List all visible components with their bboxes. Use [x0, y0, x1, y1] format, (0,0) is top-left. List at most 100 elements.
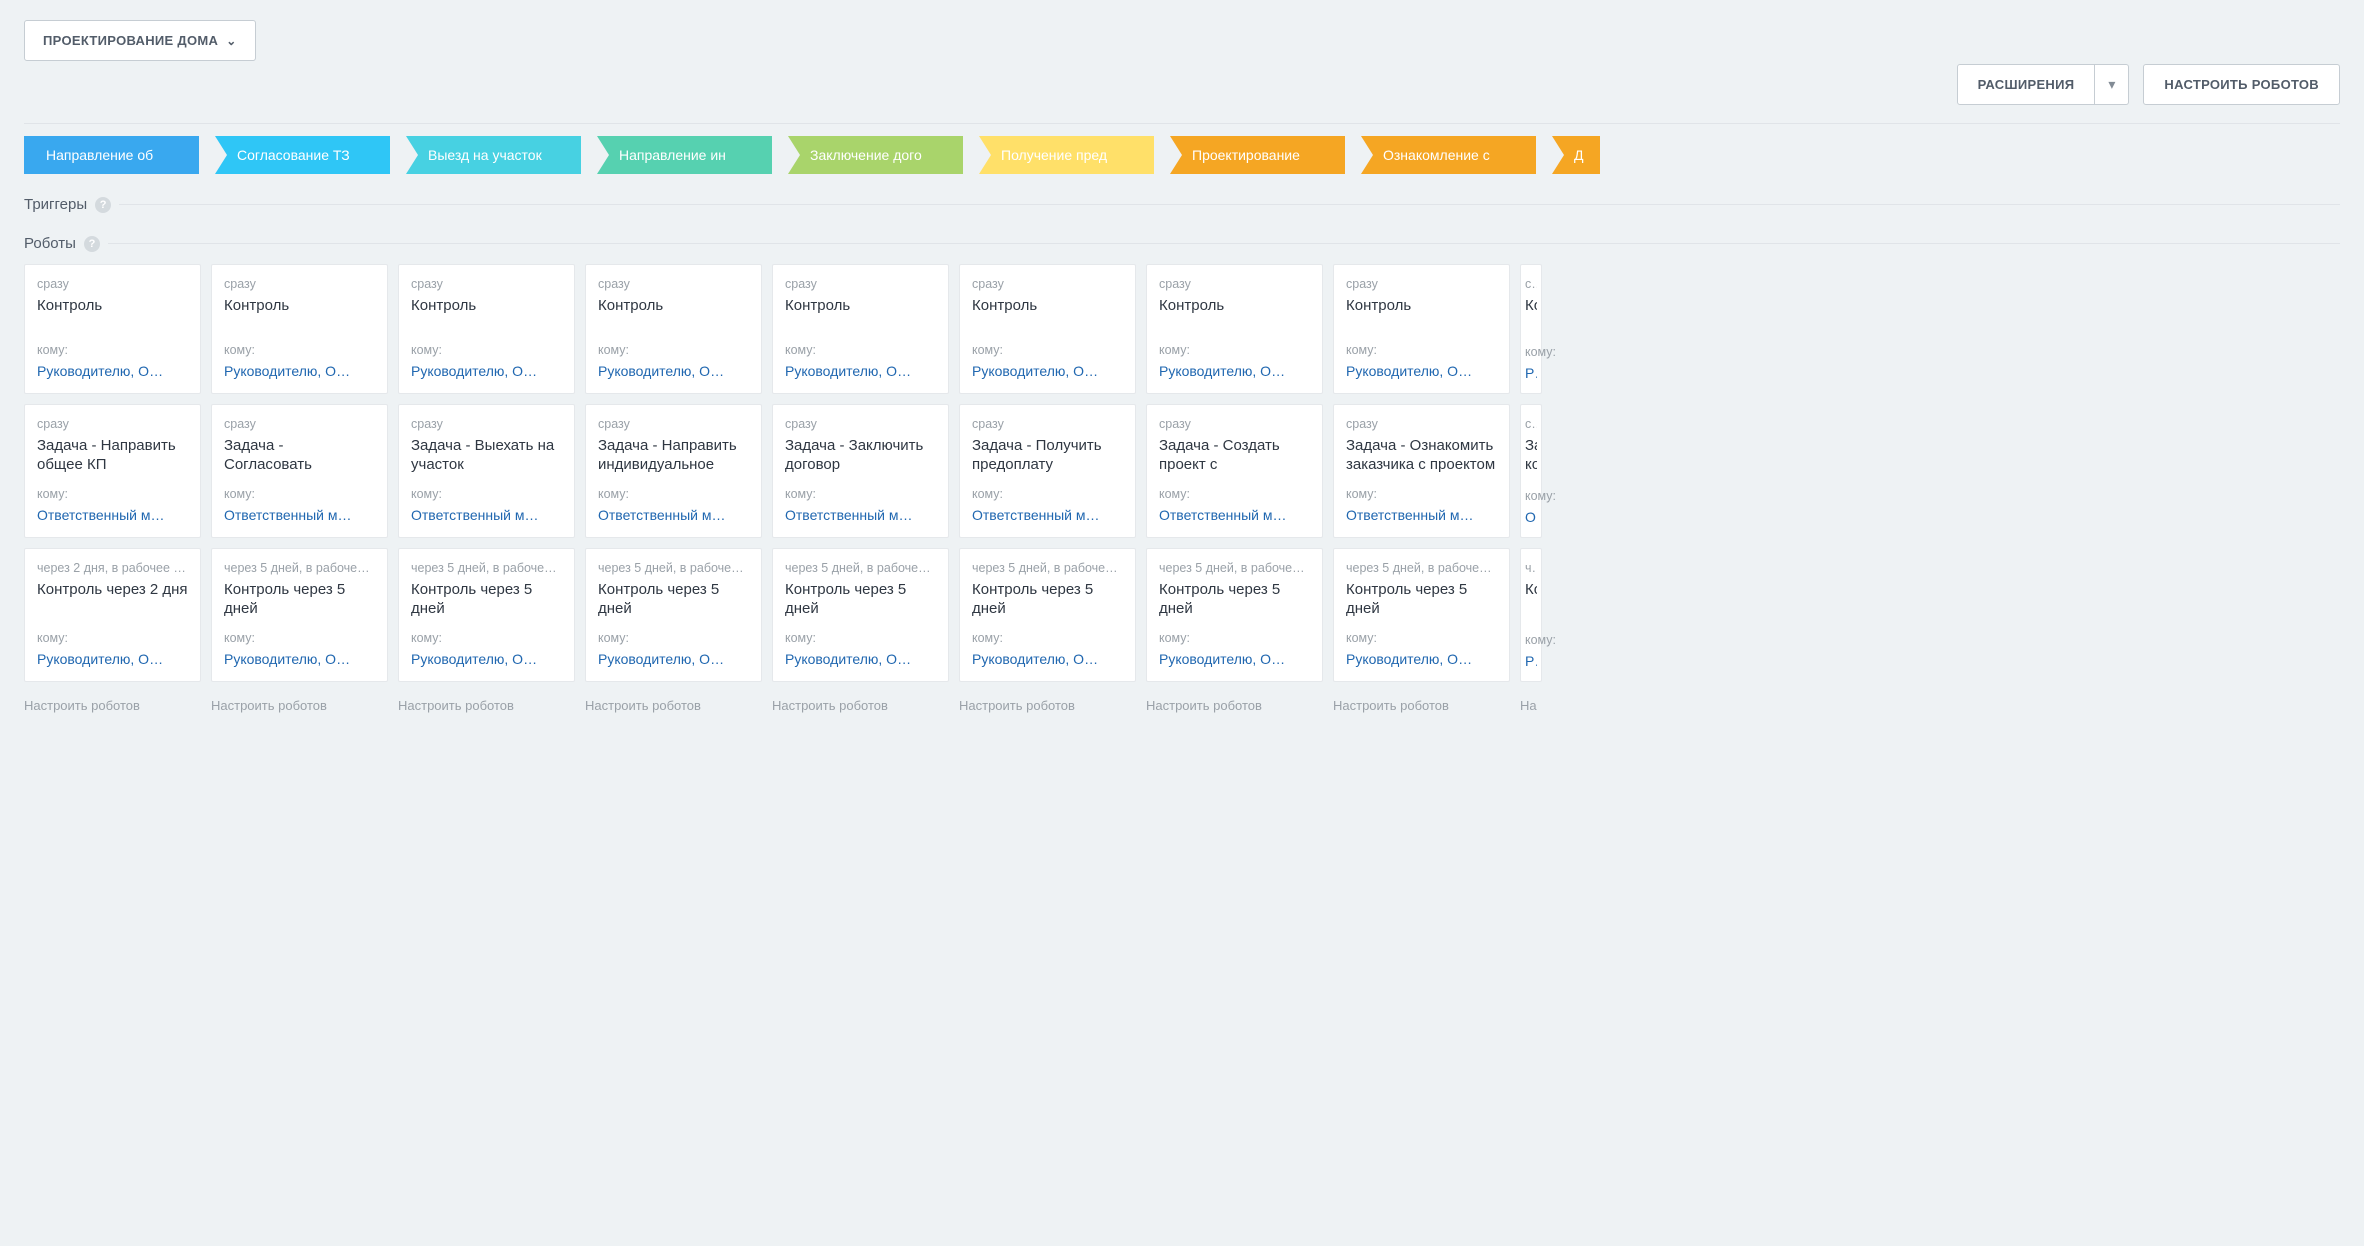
robot-card[interactable]: сразуКонтролькому:Руководителю, О…: [1333, 264, 1510, 394]
card-when: ср: [1525, 277, 1537, 291]
card-to-label: кому:: [1159, 631, 1310, 645]
card-when: через 5 дней, в рабочее …: [972, 561, 1123, 575]
card-when: сразу: [1159, 277, 1310, 291]
card-to-value: Руководителю, О…: [1159, 651, 1310, 667]
card-spacer: [972, 481, 1123, 482]
robot-card[interactable]: сразуЗадача - Выехать на участоккому:Отв…: [398, 404, 575, 538]
card-to-label: кому:: [37, 487, 188, 501]
robot-card[interactable]: срЗа кокому:О: [1520, 404, 1542, 538]
stage-item[interactable]: Заключение договора: [788, 136, 963, 174]
robot-card[interactable]: сразуКонтролькому:Руководителю, О…: [24, 264, 201, 394]
section-triggers: Триггеры ?: [24, 196, 2340, 213]
card-when: сразу: [785, 417, 936, 431]
robot-card[interactable]: сразуЗадача - Согласовать техническое за…: [211, 404, 388, 538]
card-spacer: [1346, 322, 1497, 337]
configure-robots-button[interactable]: НАСТРОИТЬ РОБОТОВ: [2143, 64, 2340, 105]
robot-card[interactable]: сразуЗадача - Получить предоплатукому:От…: [959, 404, 1136, 538]
card-to-label: кому:: [598, 487, 749, 501]
robot-card[interactable]: через 5 дней, в рабочее …Контроль через …: [1333, 548, 1510, 682]
robot-card[interactable]: сразуЗадача - Ознакомить заказчика с про…: [1333, 404, 1510, 538]
stage-item[interactable]: Ознакомление с про…: [1361, 136, 1536, 174]
card-when: через 5 дней, в рабочее …: [785, 561, 936, 575]
configure-robots-link[interactable]: Настроить роботов: [24, 698, 201, 713]
card-to-label: кому:: [411, 631, 562, 645]
configure-robots-link[interactable]: Настроить роботов: [1333, 698, 1510, 713]
card-spacer: [1525, 606, 1537, 627]
robot-card[interactable]: сразуКонтролькому:Руководителю, О…: [398, 264, 575, 394]
divider: [24, 123, 2340, 124]
card-title: Контроль: [1159, 297, 1310, 316]
card-spacer: [1159, 322, 1310, 337]
stage-item[interactable]: Согласование ТЗ: [215, 136, 390, 174]
stage-item[interactable]: Проектирование: [1170, 136, 1345, 174]
robot-card[interactable]: через 5 дней, в рабочее …Контроль через …: [398, 548, 575, 682]
card-title: Задача - Согласовать техническое задание: [224, 437, 375, 475]
robot-card[interactable]: сразуЗадача - Заключить договоркому:Отве…: [772, 404, 949, 538]
card-to-value: Ответственный м…: [37, 507, 188, 523]
robot-card[interactable]: чеКокому:Ру: [1520, 548, 1542, 682]
card-to-value: Руководителю, О…: [598, 363, 749, 379]
robot-card[interactable]: сразуКонтролькому:Руководителю, О…: [1146, 264, 1323, 394]
card-to-value: Ответственный м…: [224, 507, 375, 523]
card-title: Задача - Направить общее КП: [37, 437, 188, 475]
robot-card[interactable]: сразуКонтролькому:Руководителю, О…: [772, 264, 949, 394]
robot-card[interactable]: сразуЗадача - Направить индивидуальноеко…: [585, 404, 762, 538]
configure-robots-link[interactable]: Настроить роботов: [959, 698, 1136, 713]
configure-robots-link[interactable]: Настроить роботов: [211, 698, 388, 713]
card-to-value: Руководителю, О…: [1346, 363, 1497, 379]
configure-robots-link[interactable]: Настроить роботов: [772, 698, 949, 713]
card-to-label: кому:: [1525, 345, 1537, 359]
card-spacer: [598, 322, 749, 337]
card-when: сразу: [224, 277, 375, 291]
robot-card[interactable]: через 2 дня, в рабочее в… Контроль через …: [24, 548, 201, 682]
card-title: Контроль через 2 дня: [37, 581, 188, 600]
project-dropdown[interactable]: ПРОЕКТИРОВАНИЕ ДОМА ⌄: [24, 20, 256, 61]
stage-item[interactable]: Получение предопл…: [979, 136, 1154, 174]
card-to-label: кому:: [1346, 631, 1497, 645]
topbar: ПРОЕКТИРОВАНИЕ ДОМА ⌄ РАСШИРЕНИЯ ▾ НАСТР…: [24, 20, 2340, 105]
stage-item[interactable]: Направление общег…: [24, 136, 199, 174]
robot-card[interactable]: сразуЗадача - Направить общее КПкому:Отв…: [24, 404, 201, 538]
robots-grid: сразуКонтролькому:Руководителю, О…сразуК…: [24, 264, 2340, 682]
robot-card[interactable]: через 5 дней, в рабочее …Контроль через …: [211, 548, 388, 682]
configure-robots-link[interactable]: Настроить роботов: [585, 698, 762, 713]
stage-item[interactable]: Направление индив…: [597, 136, 772, 174]
configure-robots-link[interactable]: Настроить роботов: [1146, 698, 1323, 713]
robot-card[interactable]: сразуКонтролькому:Руководителю, О…: [959, 264, 1136, 394]
robot-card[interactable]: через 5 дней, в рабочее …Контроль через …: [772, 548, 949, 682]
card-when: через 5 дней, в рабочее …: [1159, 561, 1310, 575]
extensions-button[interactable]: РАСШИРЕНИЯ: [1957, 64, 2096, 105]
card-title: Контроль через 5 дней: [1346, 581, 1497, 619]
chevron-down-icon: ⌄: [226, 34, 236, 48]
card-to-value: Руководителю, О…: [411, 363, 562, 379]
card-when: сразу: [598, 417, 749, 431]
help-icon[interactable]: ?: [95, 197, 111, 213]
robot-card[interactable]: сразуЗадача - Создать проект скому:Ответ…: [1146, 404, 1323, 538]
card-to-value: Ру: [1525, 653, 1537, 669]
robot-card[interactable]: через 5 дней, в рабочее …Контроль через …: [1146, 548, 1323, 682]
card-spacer: [785, 322, 936, 337]
card-when: сразу: [972, 417, 1123, 431]
card-to-value: Руководителю, О…: [785, 651, 936, 667]
extensions-caret[interactable]: ▾: [2095, 64, 2129, 105]
robot-card[interactable]: через 5 дней, в рабочее …Контроль через …: [585, 548, 762, 682]
robot-card[interactable]: срКокому:Ру: [1520, 264, 1542, 394]
stage-label: Направление общег…: [46, 147, 191, 163]
stage-item[interactable]: Д: [1552, 136, 1600, 174]
robot-card[interactable]: через 5 дней, в рабочее … Контроль через …: [959, 548, 1136, 682]
card-to-label: кому:: [1525, 633, 1537, 647]
caret-down-icon: ▾: [2108, 76, 2115, 93]
help-icon[interactable]: ?: [84, 236, 100, 252]
robot-card[interactable]: сразуКонтролькому:Руководителю, О…: [585, 264, 762, 394]
stage-label: Ознакомление с про…: [1383, 147, 1531, 163]
card-spacer: [37, 322, 188, 337]
configure-robots-link[interactable]: На: [1520, 698, 1542, 713]
card-title: Контроль: [1346, 297, 1497, 316]
configure-robots-link[interactable]: Настроить роботов: [398, 698, 575, 713]
card-to-label: кому:: [1159, 487, 1310, 501]
stage-item[interactable]: Выезд на участок: [406, 136, 581, 174]
robot-card[interactable]: сразуКонтролькому:Руководителю, О…: [211, 264, 388, 394]
card-when: через 2 дня, в рабочее в…: [37, 561, 188, 575]
card-to-label: кому:: [598, 631, 749, 645]
card-title: Контроль через 5 дней: [972, 581, 1123, 619]
